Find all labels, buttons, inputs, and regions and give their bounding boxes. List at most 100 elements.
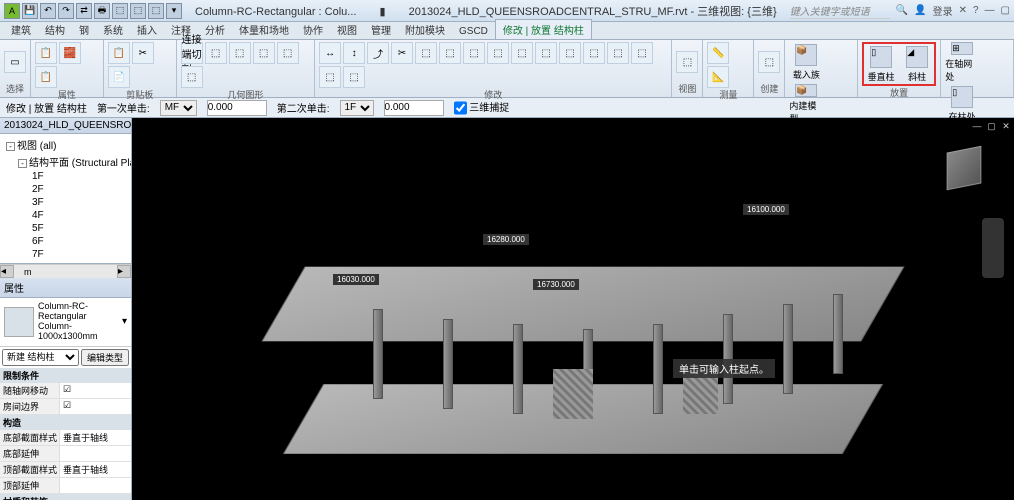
ribbon-tab[interactable]: 视图 <box>330 20 364 39</box>
ribbon-button[interactable]: ⬚ <box>253 42 275 64</box>
3d-viewport[interactable]: — ▢ ✕ <box>132 118 1014 500</box>
qat-button[interactable]: ⬚ <box>112 3 128 19</box>
tree-level-item[interactable]: 5F <box>2 222 129 235</box>
offset1-input[interactable] <box>207 100 267 116</box>
placement1-select[interactable]: MF <box>160 100 197 116</box>
maximize-icon[interactable]: ▢ <box>1001 5 1010 16</box>
ribbon-button[interactable]: ⬚ <box>607 42 629 64</box>
qat-button[interactable]: ⬚ <box>148 3 164 19</box>
ribbon-tab[interactable]: 分析 <box>198 20 232 39</box>
qat-redo-icon[interactable]: ↷ <box>58 3 74 19</box>
project-browser[interactable]: -视图 (all) -结构平面 (Structural Plan... 1F2F… <box>0 134 131 264</box>
ribbon-button[interactable]: ▭ <box>4 51 26 73</box>
collapse-icon[interactable]: - <box>18 159 27 168</box>
ribbon-tab[interactable]: GSCD <box>452 24 495 39</box>
ribbon-button[interactable]: ⬚ <box>343 66 365 88</box>
navigation-bar[interactable] <box>982 218 1004 278</box>
property-category[interactable]: 构造 <box>0 415 131 430</box>
snap-checkbox-label[interactable]: 三维捕捉 <box>454 99 510 116</box>
ribbon-tab[interactable]: 协作 <box>296 20 330 39</box>
ribbon-button[interactable]: 📐 <box>707 66 729 88</box>
ribbon-button[interactable]: ⬚ <box>631 42 653 64</box>
ribbon-tab[interactable]: 系统 <box>96 20 130 39</box>
property-row[interactable]: 顶部延伸 <box>0 478 131 494</box>
collapse-icon[interactable]: - <box>6 142 15 151</box>
ribbon-button[interactable]: ⬚ <box>229 42 251 64</box>
scroll-right-icon[interactable]: ▸ <box>117 265 131 278</box>
ribbon-button[interactable]: ⬚ <box>277 42 299 64</box>
property-value[interactable]: 垂直于轴线 <box>60 430 131 445</box>
property-row[interactable]: 底部延伸 <box>0 446 131 462</box>
ribbon-button[interactable]: ◢斜柱 <box>900 44 934 84</box>
properties-header[interactable]: 属性 <box>0 278 131 298</box>
ribbon-button[interactable]: ✂ <box>132 42 154 64</box>
property-value[interactable] <box>60 446 131 461</box>
property-row[interactable]: 底部截面样式垂直于轴线 <box>0 430 131 446</box>
ribbon-tab[interactable]: 体量和场地 <box>232 20 296 39</box>
ribbon-button[interactable]: 📄 <box>108 66 130 88</box>
help-icon[interactable]: ? <box>973 5 979 16</box>
tree-level-item[interactable]: 4F <box>2 209 129 222</box>
help-icon[interactable]: ✕ <box>959 5 967 16</box>
property-category[interactable]: 限制条件 <box>0 368 131 383</box>
ribbon-button[interactable]: 📋 <box>108 42 130 64</box>
browser-scrollbar[interactable]: ◂ m ▸ <box>0 264 131 278</box>
snap-checkbox[interactable] <box>454 100 467 116</box>
scroll-track[interactable]: m <box>14 265 117 278</box>
property-row[interactable]: 随轴网移动☑ <box>0 383 131 399</box>
app-menu-button[interactable]: A <box>4 3 20 19</box>
ribbon-button[interactable]: ⬚ <box>439 42 461 64</box>
browser-header[interactable]: 2013024_HLD_QUEENSROADCE... <box>0 118 131 134</box>
ribbon-tab[interactable]: 修改 | 放置 结构柱 <box>495 19 592 39</box>
filter-select[interactable]: 新建 结构柱 <box>2 349 79 366</box>
view-close-icon[interactable]: ✕ <box>1000 120 1012 132</box>
ribbon-button[interactable]: ⬚ <box>487 42 509 64</box>
tree-level-item[interactable]: 2F <box>2 183 129 196</box>
property-row[interactable]: 顶部截面样式垂直于轴线 <box>0 462 131 478</box>
qat-sync-icon[interactable]: ⇄ <box>76 3 92 19</box>
dropdown-icon[interactable]: ▾ <box>122 316 127 327</box>
ribbon-tab[interactable]: 建筑 <box>4 20 38 39</box>
ribbon-button[interactable]: ⬚ <box>676 51 698 73</box>
ribbon-button[interactable]: ⤴ <box>367 42 389 64</box>
view-cube[interactable] <box>947 146 982 190</box>
ribbon-button[interactable]: ✂ <box>391 42 413 64</box>
view-maximize-icon[interactable]: ▢ <box>985 120 997 132</box>
ribbon-button[interactable]: ⬚ <box>583 42 605 64</box>
ribbon-button[interactable]: 🧱 <box>59 42 81 64</box>
ribbon-button[interactable]: ⬚ <box>559 42 581 64</box>
offset2-input[interactable] <box>384 100 444 116</box>
ribbon-button[interactable]: ⬚ <box>535 42 557 64</box>
tree-level-item[interactable]: 1F <box>2 170 129 183</box>
qat-print-icon[interactable]: 🖶 <box>94 3 110 19</box>
ribbon-button[interactable]: ▯垂直柱 <box>864 44 898 84</box>
ribbon-button[interactable]: 📏 <box>707 42 729 64</box>
ribbon-button[interactable]: ⬚ <box>205 42 227 64</box>
ribbon-button[interactable]: ⬚ <box>758 51 780 73</box>
ribbon-button[interactable]: 📋 <box>35 66 57 88</box>
ribbon-tab[interactable]: 附加模块 <box>398 20 452 39</box>
ribbon-button[interactable]: ⬚ <box>415 42 437 64</box>
search-icon[interactable]: 🔍 <box>896 5 908 16</box>
minimize-icon[interactable]: — <box>985 5 995 16</box>
user-icon[interactable]: 👤 <box>914 5 926 16</box>
login-link[interactable]: 登录 <box>933 3 953 18</box>
tree-plan-group[interactable]: -结构平面 (Structural Plan... <box>2 153 129 170</box>
ribbon-button[interactable]: ⬚ <box>319 66 341 88</box>
property-value[interactable]: ☑ <box>60 399 131 414</box>
scroll-left-icon[interactable]: ◂ <box>0 265 14 278</box>
property-value[interactable] <box>60 478 131 493</box>
view-minimize-icon[interactable]: — <box>971 120 983 132</box>
qat-undo-icon[interactable]: ↶ <box>40 3 56 19</box>
property-row[interactable]: 房间边界☑ <box>0 399 131 415</box>
tree-level-item[interactable]: 3F <box>2 196 129 209</box>
placement2-select[interactable]: 1F <box>340 100 374 116</box>
ribbon-button[interactable]: 连接端切割 <box>181 42 203 64</box>
ribbon-button[interactable]: ⊞在轴网处 <box>945 42 979 82</box>
ribbon-button[interactable]: ↕ <box>343 42 365 64</box>
ribbon-tab[interactable]: 钢 <box>72 20 96 39</box>
ribbon-button[interactable]: ⬚ <box>463 42 485 64</box>
ribbon-button[interactable]: ↔ <box>319 42 341 64</box>
edit-type-button[interactable]: 编辑类型 <box>81 349 129 366</box>
ribbon-button[interactable]: 📋 <box>35 42 57 64</box>
